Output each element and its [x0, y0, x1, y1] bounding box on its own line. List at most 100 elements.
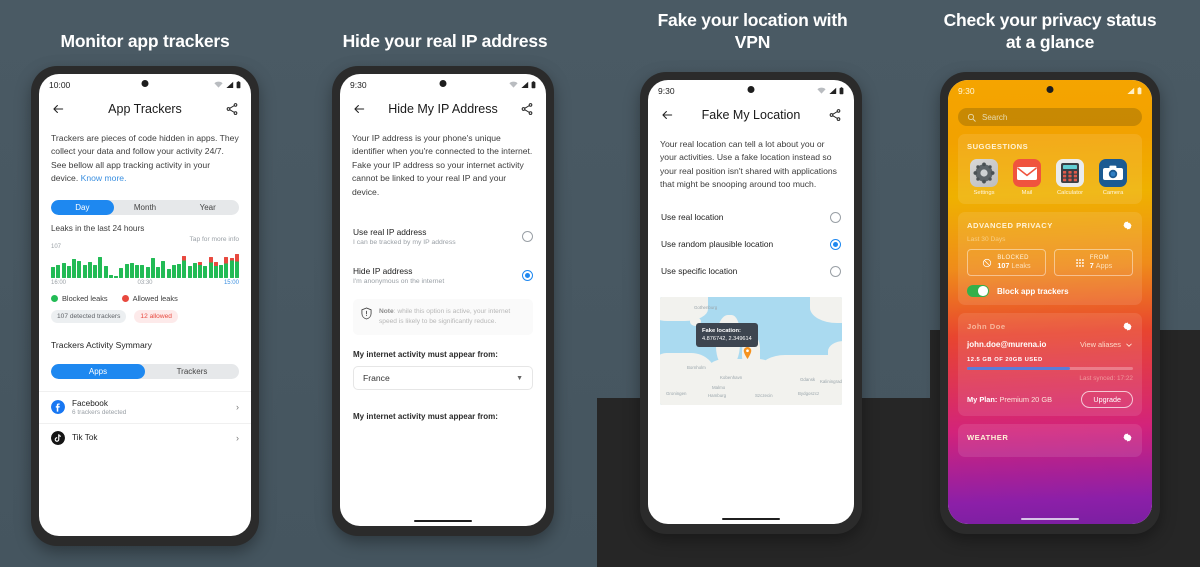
leaks-bar-chart[interactable]: 107 16:00 03:30 15:00 [51, 244, 239, 286]
search-input[interactable]: Search [958, 108, 1142, 126]
period-segmented-control[interactable]: Day Month Year [51, 199, 239, 215]
fake-location-map[interactable]: Groningen Hamburg Szczecin Bydgoszcz Bor… [660, 296, 842, 405]
list-item[interactable]: Tik Tok › [39, 422, 251, 452]
chart-y-max-label: 107 [51, 243, 62, 250]
view-aliases-button[interactable]: View aliases [1080, 340, 1133, 349]
chart-bar [219, 264, 224, 278]
summary-segmented-control[interactable]: Apps Trackers [51, 363, 239, 379]
headline-4: Check your privacy status at a glance [943, 10, 1157, 52]
field-label-country-1: My internet activity must appear from: [353, 350, 498, 360]
chart-bar [103, 266, 108, 278]
option-use-real-location[interactable]: Use real location [648, 204, 854, 231]
radio-use-specific-location[interactable] [830, 265, 841, 277]
map-label: Kaliningrad [820, 378, 842, 384]
chart-bar [171, 265, 176, 278]
map-label: Malmo [712, 384, 726, 390]
country-select-value: France [363, 373, 390, 384]
search-placeholder: Search [982, 112, 1008, 122]
country-select[interactable]: France ▼ [353, 366, 533, 391]
tap-for-more-info[interactable]: Tap for more info [51, 236, 239, 243]
option-use-random-location[interactable]: Use random plausible location [648, 231, 854, 258]
chevron-down-icon [1126, 343, 1132, 347]
gear-icon[interactable] [1122, 220, 1133, 231]
map-label: Gdansk [800, 376, 816, 382]
status-time: 10:00 [49, 80, 71, 90]
chart-bar [187, 266, 192, 278]
know-more-link[interactable]: Know more. [81, 173, 127, 183]
app-bar-1: App Trackers [39, 96, 251, 126]
stat-from[interactable]: FROM 7 Apps [1054, 249, 1133, 276]
stat-unit: Apps [1095, 261, 1113, 270]
chart-legend: Blocked leaks Allowed leaks [51, 294, 239, 303]
plan-value: Premium 20 GB [999, 395, 1053, 404]
stat-blocked[interactable]: BLOCKED 107 Leaks [967, 249, 1046, 276]
app-camera[interactable]: Camera [1096, 159, 1130, 196]
account-usage-text: 12.5 GB OF 20GB USED [967, 357, 1043, 363]
share-icon[interactable] [520, 102, 534, 116]
radio-use-real-location[interactable] [830, 211, 841, 223]
launcher-home-screen: 9:30 Search SUGGESTIONS Settings Mail Ca… [948, 80, 1152, 524]
segment-year[interactable]: Year [176, 200, 239, 215]
share-icon[interactable] [828, 108, 842, 122]
app-mail[interactable]: Mail [1010, 159, 1044, 196]
map-label: Bornholm [687, 364, 706, 370]
chart-bar [124, 264, 129, 278]
home-indicator [1021, 517, 1079, 520]
back-arrow-icon[interactable] [660, 108, 674, 122]
share-icon[interactable] [225, 102, 239, 116]
segment-apps[interactable]: Apps [51, 363, 145, 379]
page-title: Hide My IP Address [388, 102, 498, 116]
map-label: Hamburg [708, 392, 727, 398]
block-trackers-toggle[interactable] [967, 285, 989, 297]
battery-icon [236, 81, 241, 89]
page-title: Fake My Location [701, 108, 801, 122]
app-calculator[interactable]: Calculator [1053, 159, 1087, 196]
tooltip-title: Fake location: [702, 327, 741, 334]
chart-bar [166, 269, 171, 278]
chevron-down-icon[interactable]: ▼ [516, 375, 523, 382]
chart-tick-1: 03:30 [137, 279, 153, 286]
chart-bar [182, 256, 187, 278]
segment-trackers[interactable]: Trackers [145, 364, 239, 379]
legend-allowed-dot [121, 294, 129, 302]
phone-2-frame: 9:30 Hide My IP Address Your IP address … [332, 66, 554, 536]
upgrade-button[interactable]: Upgrade [1081, 391, 1133, 408]
land-shape [810, 296, 842, 323]
segment-month[interactable]: Month [114, 200, 177, 215]
intro-paragraph-3: Your real location can tell a lot about … [660, 139, 837, 190]
advanced-privacy-title-row: ADVANCED PRIVACY [967, 220, 1133, 231]
chart-bar [135, 265, 140, 278]
gear-icon[interactable] [1122, 432, 1133, 443]
chart-tick-0: 16:00 [51, 279, 67, 286]
wifi-icon [817, 87, 826, 94]
headline-2: Hide your real IP address [342, 31, 548, 51]
chevron-right-icon[interactable]: › [236, 402, 239, 412]
option-use-specific-location[interactable]: Use specific location [648, 258, 854, 285]
list-item-texts: Tik Tok [72, 433, 97, 442]
app-label: Mail [1021, 190, 1033, 196]
chart-bar [192, 263, 197, 278]
chip-allowed: 12 allowed [134, 309, 178, 323]
back-arrow-icon[interactable] [352, 102, 366, 116]
radio-use-random-location[interactable] [830, 238, 841, 250]
segment-day[interactable]: Day [51, 199, 114, 215]
block-trackers-row[interactable]: Block app trackers [967, 285, 1133, 297]
option-hide-ip[interactable]: Hide IP address I'm anonymous on the int… [340, 256, 546, 295]
block-icon [983, 258, 992, 267]
back-arrow-icon[interactable] [51, 102, 65, 116]
chip-detected-trackers: 107 detected trackers [51, 309, 127, 323]
option-use-real-ip[interactable]: Use real IP address I can be tracked by … [340, 217, 546, 256]
note-text-wrap: Note: while this option is active, your … [379, 307, 525, 327]
weather-card: WEATHER [958, 424, 1142, 457]
app-settings[interactable]: Settings [967, 159, 1001, 196]
status-bar-4: 9:30 [948, 80, 1152, 102]
map-label: Bydgoszcz [798, 390, 820, 396]
page-title: App Trackers [108, 102, 182, 116]
fake-location-tooltip: Fake location: 4.876742, 2.349614 [696, 322, 758, 347]
envelope-glyph [1017, 167, 1037, 180]
chevron-right-icon[interactable]: › [236, 433, 239, 443]
list-item[interactable]: Facebook 6 trackers detected › [39, 390, 251, 423]
gear-icon[interactable] [1122, 321, 1133, 332]
radio-use-real-ip[interactable] [522, 231, 533, 243]
radio-hide-ip[interactable] [522, 270, 533, 282]
